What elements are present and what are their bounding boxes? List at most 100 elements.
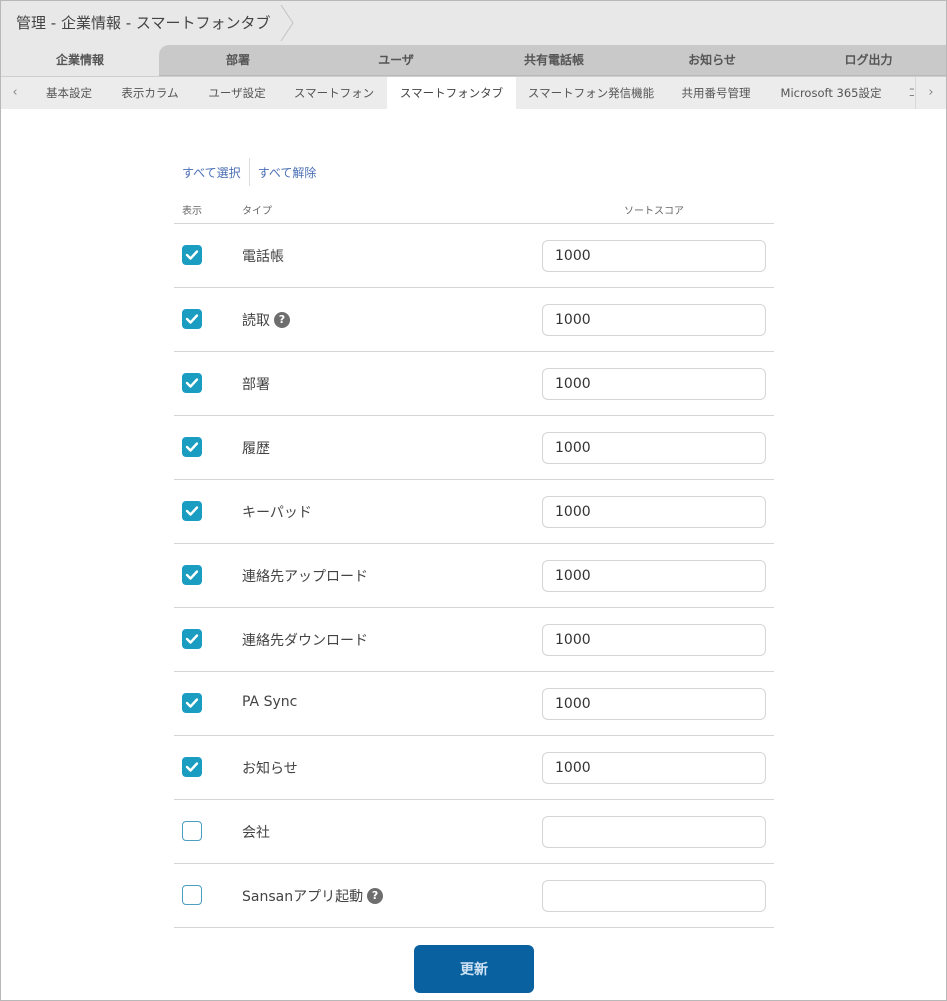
type-label: 連絡先アップロード: [242, 566, 368, 586]
type-name: 部署: [242, 377, 270, 393]
subtab-display-columns[interactable]: 表示カラム: [107, 77, 193, 109]
header-type: タイプ: [242, 206, 272, 217]
tab-departments[interactable]: 部署: [159, 45, 317, 76]
subtab-shared-numbers[interactable]: 共用番号管理: [666, 77, 766, 109]
tab-users[interactable]: ユーザ: [317, 45, 475, 76]
subtab-user-settings[interactable]: ユーザ設定: [193, 77, 281, 109]
sort-score-input[interactable]: [542, 880, 766, 912]
subtab-basic-settings[interactable]: 基本設定: [31, 77, 107, 109]
breadcrumb: 管理 - 企業情報 - スマートフォンタブ: [16, 14, 271, 32]
type-label: Sansanアプリ起動?: [242, 886, 384, 906]
checkmark-icon: [185, 442, 199, 452]
show-checkbox[interactable]: [182, 693, 202, 713]
show-checkbox[interactable]: [182, 373, 202, 393]
checkmark-icon: [185, 570, 199, 580]
type-label: 電話帳: [242, 246, 284, 266]
sub-tabs: ‹ 基本設定 表示カラム ユーザ設定 スマートフォン スマートフォンタブ スマー…: [1, 76, 946, 109]
table-row: Sansanアプリ起動?: [174, 864, 774, 928]
show-checkbox[interactable]: [182, 821, 202, 841]
type-name: 電話帳: [242, 249, 284, 265]
type-name: 連絡先ダウンロード: [242, 633, 368, 649]
sort-score-input[interactable]: [542, 304, 766, 336]
type-label: お知らせ: [242, 758, 298, 778]
help-icon[interactable]: ?: [274, 312, 290, 328]
sort-score-input[interactable]: [542, 560, 766, 592]
checkmark-icon: [185, 378, 199, 388]
table-body: 電話帳読取? 部署履歴キーパッド連絡先アップロード連絡先ダウンロード PA Sync…: [174, 224, 774, 928]
table-row: キーパッド: [174, 480, 774, 544]
breadcrumb-bar: 管理 - 企業情報 - スマートフォンタブ: [1, 1, 946, 45]
tab-shared-phonebook[interactable]: 共有電話帳: [475, 45, 633, 76]
type-label: PA Sync: [242, 694, 297, 710]
subtab-smartphone[interactable]: スマートフォン: [281, 77, 387, 109]
checkmark-icon: [185, 634, 199, 644]
show-checkbox[interactable]: [182, 885, 202, 905]
table-row: お知らせ: [174, 736, 774, 800]
tab-company-info[interactable]: 企業情報: [1, 45, 159, 76]
divider: [248, 158, 250, 186]
table-row: 連絡先ダウンロード: [174, 608, 774, 672]
subtab-smartphone-calling[interactable]: スマートフォン発信機能: [516, 77, 666, 109]
type-name: 読取: [242, 313, 270, 329]
show-checkbox[interactable]: [182, 245, 202, 265]
sort-score-input[interactable]: [542, 816, 766, 848]
sort-score-input[interactable]: [542, 624, 766, 656]
table-row: 履歴: [174, 416, 774, 480]
sort-score-input[interactable]: [542, 240, 766, 272]
subtab-smartphone-tab[interactable]: スマートフォンタブ: [387, 77, 516, 109]
select-all-link[interactable]: すべて選択: [182, 164, 241, 181]
sort-score-input[interactable]: [542, 496, 766, 528]
sort-score-input[interactable]: [542, 432, 766, 464]
type-name: お知らせ: [242, 761, 298, 777]
type-name: 履歴: [242, 441, 270, 457]
smartphone-tab-table: 表示 タイプ ソートスコア 電話帳読取? 部署履歴キーパッド連絡先アップロード連絡…: [174, 193, 774, 928]
show-checkbox[interactable]: [182, 437, 202, 457]
header-sort-score: ソートスコア: [624, 206, 684, 217]
type-label: 履歴: [242, 438, 270, 458]
type-name: 会社: [242, 825, 270, 841]
show-checkbox[interactable]: [182, 309, 202, 329]
type-label: キーパッド: [242, 502, 312, 522]
checkmark-icon: [185, 314, 199, 324]
type-name: キーパッド: [242, 505, 312, 521]
table-row: 連絡先アップロード: [174, 544, 774, 608]
tab-notices[interactable]: お知らせ: [633, 45, 791, 76]
table-header: 表示 タイプ ソートスコア: [174, 193, 774, 224]
deselect-all-link[interactable]: すべて解除: [258, 164, 317, 181]
type-label: 部署: [242, 374, 270, 394]
show-checkbox[interactable]: [182, 565, 202, 585]
sort-score-input[interactable]: [542, 688, 766, 720]
main-tabs: 企業情報 部署 ユーザ 共有電話帳 お知らせ ログ出力: [1, 45, 946, 76]
table-row: PA Sync: [174, 672, 774, 736]
show-checkbox[interactable]: [182, 501, 202, 521]
table-row: 会社: [174, 800, 774, 864]
type-label: 会社: [242, 822, 270, 842]
sort-score-input[interactable]: [542, 368, 766, 400]
table-row: 電話帳: [174, 224, 774, 288]
type-name: 連絡先アップロード: [242, 569, 368, 585]
type-name: Sansanアプリ起動: [242, 889, 364, 905]
sub-tabs-prev-icon[interactable]: ‹: [5, 77, 25, 109]
show-checkbox[interactable]: [182, 757, 202, 777]
subtab-microsoft-365[interactable]: Microsoft 365設定: [766, 77, 896, 109]
checkmark-icon: [185, 250, 199, 260]
sub-tabs-next-icon[interactable]: ›: [915, 77, 946, 109]
help-icon[interactable]: ?: [367, 888, 384, 904]
table-row: 読取?: [174, 288, 774, 352]
table-row: 部署: [174, 352, 774, 416]
checkmark-icon: [185, 762, 199, 772]
checkmark-icon: [185, 506, 199, 516]
sort-score-input[interactable]: [542, 752, 766, 784]
breadcrumb-chevron-icon: [280, 4, 294, 42]
type-name: PA Sync: [242, 694, 298, 710]
app-window: 管理 - 企業情報 - スマートフォンタブ 企業情報 部署 ユーザ 共有電話帳 …: [0, 0, 947, 1001]
header-show: 表示: [182, 206, 202, 217]
type-label: 読取?: [242, 310, 290, 330]
show-checkbox[interactable]: [182, 629, 202, 649]
type-label: 連絡先ダウンロード: [242, 630, 368, 650]
subtab-overflow[interactable]: コ: [908, 77, 914, 109]
tab-log-output[interactable]: ログ出力: [791, 45, 946, 76]
update-button[interactable]: 更新: [414, 945, 534, 993]
checkmark-icon: [185, 698, 199, 708]
bulk-actions: すべて選択 すべて解除: [182, 157, 316, 187]
